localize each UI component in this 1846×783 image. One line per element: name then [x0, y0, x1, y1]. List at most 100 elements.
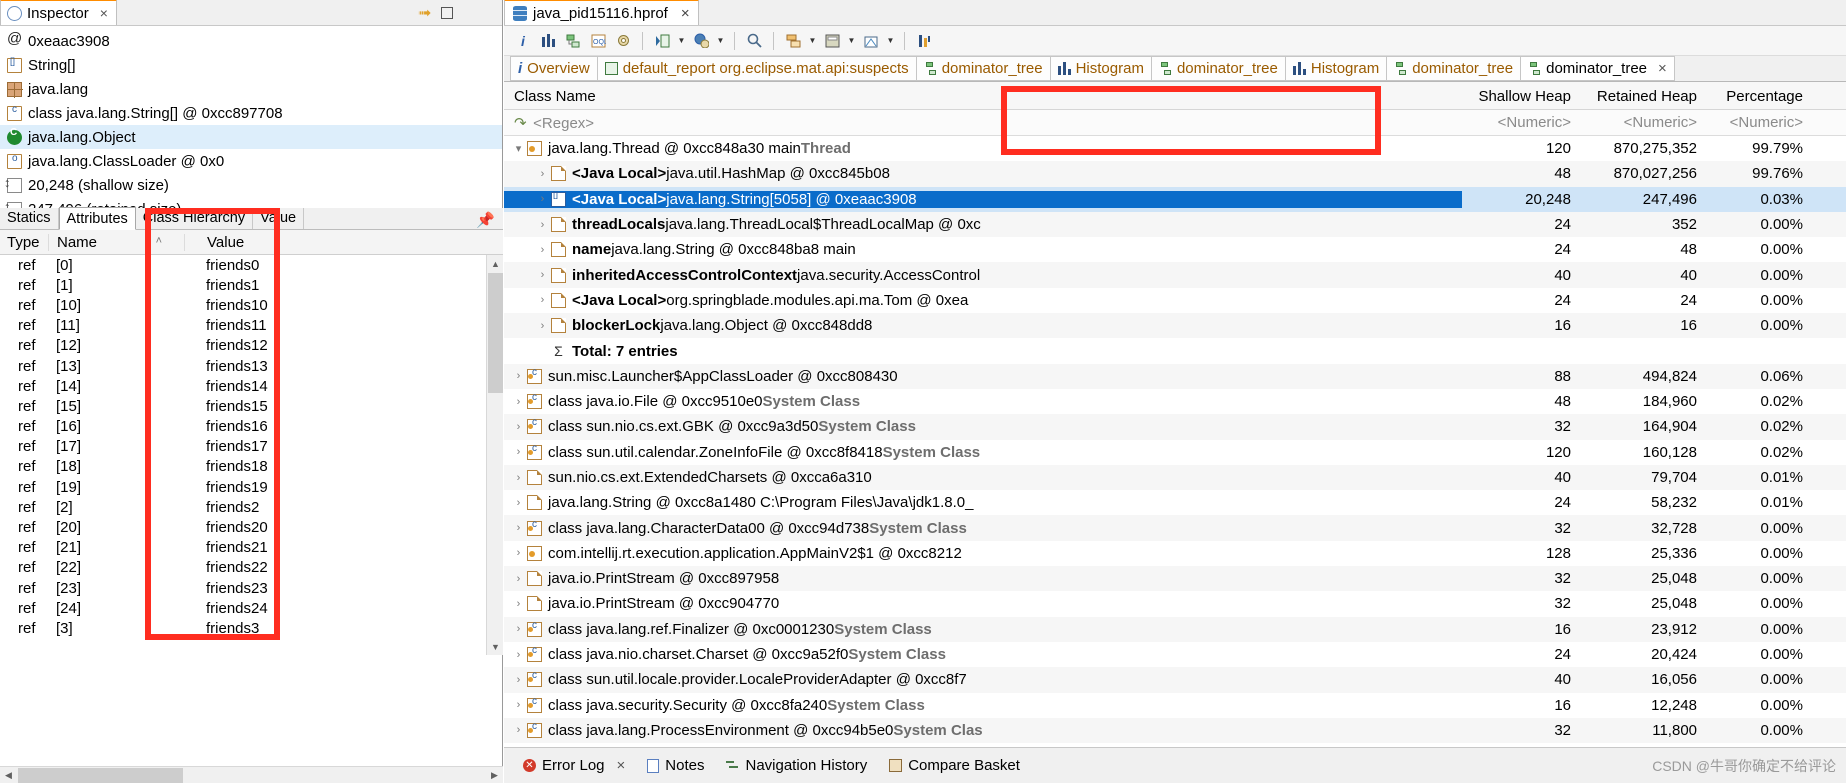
tab-value[interactable]: Value [253, 208, 305, 229]
table-row[interactable]: › com.intellij.rt.execution.application.A… [504, 541, 1846, 566]
table-filter-row[interactable]: ↷ <Regex> <Numeric> <Numeric> <Numeric> [504, 110, 1846, 136]
close-icon[interactable]: × [1658, 60, 1667, 77]
table-row[interactable]: ref [0] friends0 [0, 255, 503, 275]
chevron-down-icon[interactable]: ▼ [807, 36, 818, 45]
table-row[interactable]: › class java.io.File @ 0xcc9510e0 System … [504, 389, 1846, 414]
table-row[interactable]: › class java.lang.ProcessEnvironment @ 0x… [504, 717, 1846, 744]
expand-toggle-icon[interactable]: › [510, 649, 527, 661]
column-header-class-name[interactable]: Class Name [504, 88, 1462, 109]
tab-class-hierarchy[interactable]: Class Hierarchy [135, 208, 254, 229]
calculator-icon[interactable] [821, 30, 843, 52]
expand-toggle-icon[interactable]: › [510, 623, 527, 635]
table-row[interactable]: › <Java Local> java.util.HashMap @ 0xcc84… [504, 161, 1846, 187]
expand-toggle-icon[interactable]: › [534, 294, 551, 306]
table-row[interactable]: › class java.nio.charset.Charset @ 0xcc9a… [504, 642, 1846, 667]
table-row[interactable]: › blockerLock java.lang.Object @ 0xcc848d… [504, 313, 1846, 339]
expand-toggle-icon[interactable]: ▾ [510, 142, 527, 155]
tab-notes[interactable]: Notes [636, 753, 715, 779]
tab-error-log[interactable]: ✕ Error Log × [512, 753, 636, 779]
list-item[interactable]: String[] [0, 53, 502, 77]
list-item[interactable]: class java.lang.String[] @ 0xcc897708 [0, 101, 502, 125]
table-row[interactable]: › class sun.util.calendar.ZoneInfoFile @ … [504, 440, 1846, 465]
list-item[interactable]: 0xeaac3908 [0, 29, 502, 53]
table-row[interactable]: ref [19] friends19 [0, 477, 503, 497]
expand-toggle-icon[interactable]: › [510, 699, 527, 711]
expand-toggle-icon[interactable]: › [510, 497, 527, 509]
table-row[interactable]: › class java.security.Security @ 0xcc8fa2… [504, 693, 1846, 718]
table-row[interactable]: › sun.misc.Launcher$AppClassLoader @ 0xcc… [504, 363, 1846, 389]
info-icon[interactable]: i [512, 30, 534, 52]
expand-toggle-icon[interactable]: › [510, 472, 527, 484]
column-header-name[interactable]: Name ˄ [48, 233, 184, 251]
settings-icon[interactable] [612, 30, 634, 52]
table-row[interactable]: › inheritedAccessControlContext java.secu… [504, 262, 1846, 288]
table-row[interactable]: ref [1] friends1 [0, 275, 503, 295]
table-row[interactable]: ref [11] friends11 [0, 316, 503, 336]
scroll-up-icon[interactable]: ▲ [487, 255, 503, 272]
scroll-left-icon[interactable]: ◀ [0, 767, 17, 783]
table-row[interactable]: ref [21] friends21 [0, 538, 503, 558]
table-row[interactable]: ref [15] friends15 [0, 396, 503, 416]
table-row[interactable]: › name java.lang.String @ 0xcc848ba8 main… [504, 237, 1846, 262]
maximize-icon[interactable] [441, 7, 454, 19]
table-row-selected[interactable]: › <Java Local> java.lang.String[5058] @ 0… [504, 186, 1846, 212]
expand-toggle-icon[interactable]: › [534, 168, 551, 180]
tab-histogram-2[interactable]: Histogram [1284, 56, 1387, 81]
expand-toggle-icon[interactable]: › [534, 193, 551, 205]
tab-dominator-tree-2[interactable]: dominator_tree [1150, 56, 1285, 81]
attributes-vertical-scrollbar[interactable]: ▲ ▼ [486, 255, 503, 655]
table-row[interactable]: › class sun.nio.cs.ext.GBK @ 0xcc9a3d50 S… [504, 414, 1846, 440]
expand-toggle-icon[interactable]: › [510, 446, 527, 458]
query-browser-icon[interactable] [690, 30, 712, 52]
expand-toggle-icon[interactable]: › [534, 269, 551, 281]
expand-toggle-icon[interactable]: › [510, 724, 527, 736]
column-header-retained-heap[interactable]: Retained Heap [1580, 88, 1706, 109]
report-icon[interactable] [651, 30, 673, 52]
tab-navigation-history[interactable]: Navigation History [715, 753, 878, 779]
table-row[interactable]: ref [20] friends20 [0, 517, 503, 537]
table-row[interactable]: ›java.util.HashSet @ 0xcce93c881611,5360… [504, 743, 1846, 746]
search-icon[interactable] [743, 30, 765, 52]
expand-toggle-icon[interactable]: › [510, 573, 527, 585]
table-row[interactable]: › <Java Local> org.springblade.modules.ap… [504, 288, 1846, 313]
table-row[interactable]: › java.lang.String @ 0xcc8a1480 C:\Progra… [504, 490, 1846, 515]
column-header-value[interactable]: Value [184, 233, 503, 251]
scroll-right-icon[interactable]: ▶ [486, 767, 503, 783]
filter-class-name[interactable]: ↷ <Regex> [504, 114, 1462, 132]
tab-heap-dump-file[interactable]: java_pid15116.hprof × [504, 0, 699, 25]
tab-inspector[interactable]: Inspector × [0, 0, 117, 25]
dominator-tree-icon[interactable] [562, 30, 584, 52]
table-row[interactable]: › java.io.PrintStream @ 0xcc904770 32 25,04… [504, 591, 1846, 616]
filter-percentage[interactable]: <Numeric> [1706, 114, 1812, 131]
table-row[interactable]: › class sun.util.locale.provider.LocalePr… [504, 667, 1846, 693]
tab-histogram-1[interactable]: Histogram [1049, 56, 1151, 81]
chevron-down-icon[interactable]: ▼ [715, 36, 726, 45]
table-row[interactable]: ref [16] friends16 [0, 417, 503, 437]
table-row[interactable]: Σ Total: 7 entries [504, 338, 1846, 363]
tab-overview[interactable]: i Overview [510, 56, 597, 81]
filter-retained-heap[interactable]: <Numeric> [1580, 114, 1706, 131]
table-row[interactable]: ▾ java.lang.Thread @ 0xcc848a30 main Thre… [504, 136, 1846, 161]
oql-icon[interactable]: OQL [587, 30, 609, 52]
table-row[interactable]: ref [18] friends18 [0, 457, 503, 477]
tab-default-report-suspects[interactable]: default_report org.eclipse.mat.api:suspe… [596, 56, 916, 81]
attributes-horizontal-scrollbar[interactable]: ◀ ▶ [0, 766, 503, 783]
table-row[interactable]: ref [12] friends12 [0, 336, 503, 356]
table-row[interactable]: › class java.lang.ref.Finalizer @ 0xc0001… [504, 616, 1846, 642]
tab-statics[interactable]: Statics [0, 208, 59, 229]
scroll-down-icon[interactable]: ▼ [487, 638, 503, 655]
histogram-icon[interactable] [537, 30, 559, 52]
expand-toggle-icon[interactable]: › [534, 244, 551, 256]
expand-toggle-icon[interactable]: › [510, 396, 527, 408]
tab-dominator-tree-3[interactable]: dominator_tree [1386, 56, 1521, 81]
close-icon[interactable]: × [617, 757, 626, 774]
filter-shallow-heap[interactable]: <Numeric> [1462, 114, 1580, 131]
table-row[interactable]: › java.io.PrintStream @ 0xcc897958 32 25,04… [504, 566, 1846, 592]
list-item[interactable]: 20,248 (shallow size) [0, 173, 502, 197]
pin-icon[interactable]: 📌 [476, 211, 503, 229]
table-row[interactable]: ref [14] friends14 [0, 376, 503, 396]
chevron-down-icon[interactable]: ▼ [676, 36, 687, 45]
close-icon[interactable]: × [681, 5, 690, 22]
list-item[interactable]: java.lang.ClassLoader @ 0x0 [0, 149, 502, 173]
group-by-icon[interactable] [782, 30, 804, 52]
